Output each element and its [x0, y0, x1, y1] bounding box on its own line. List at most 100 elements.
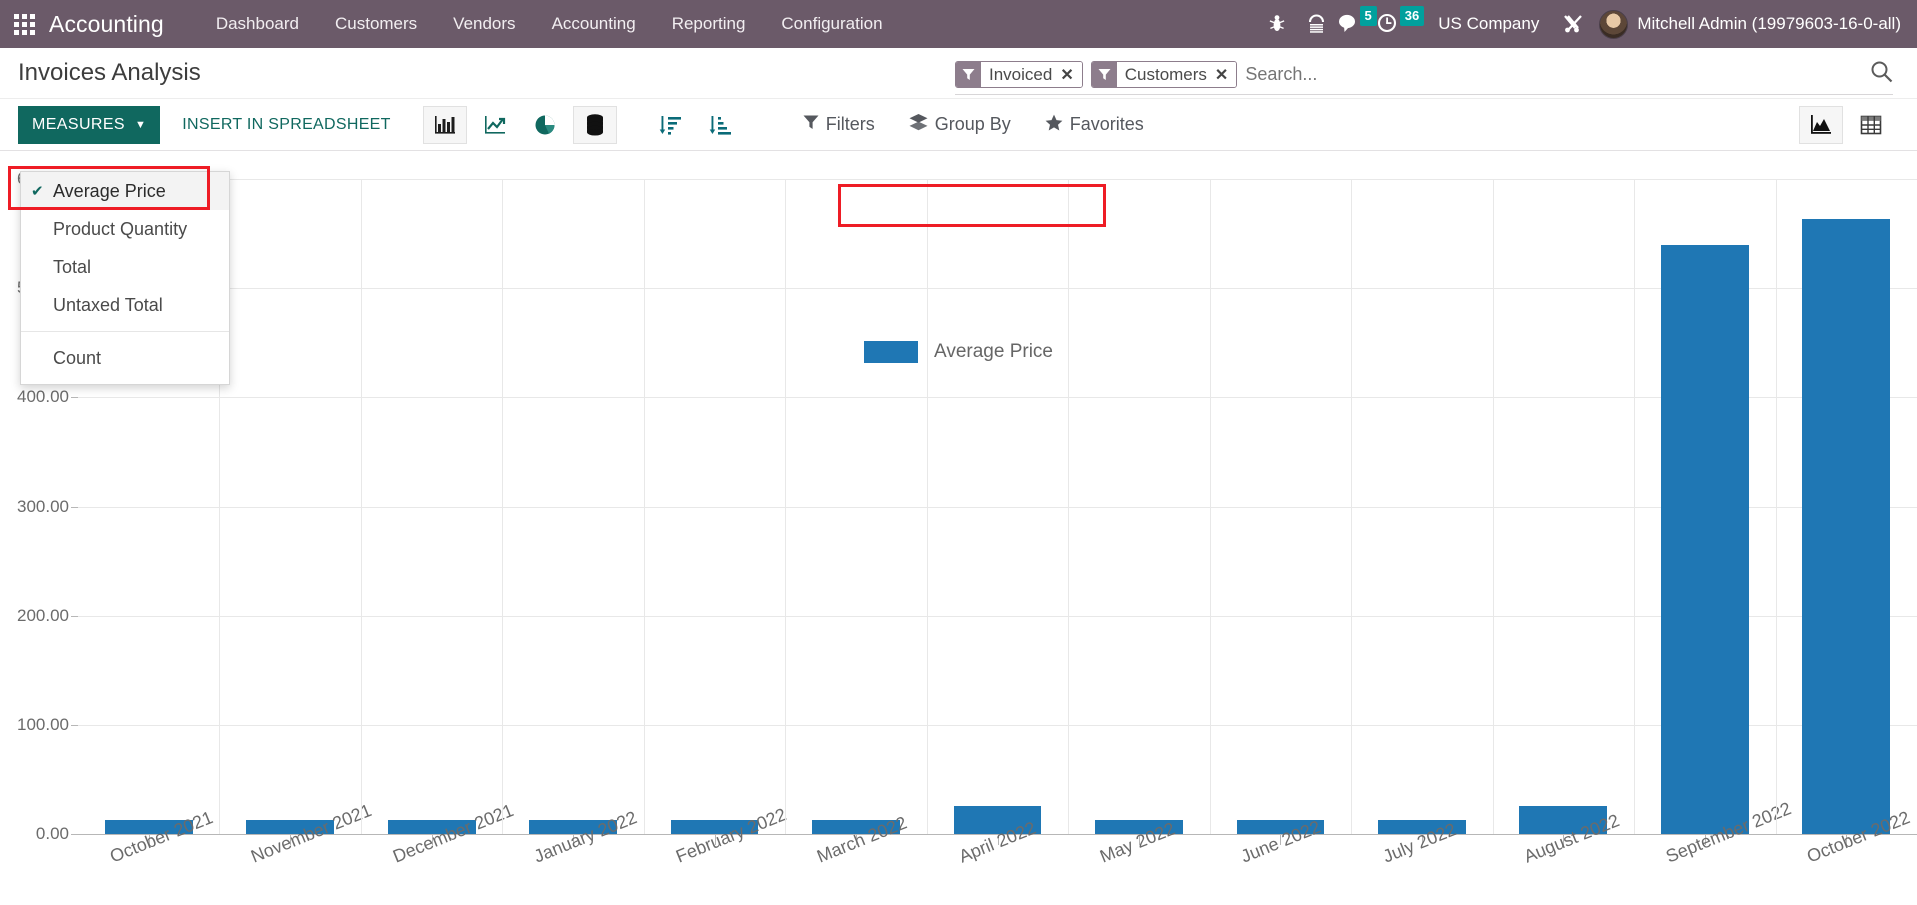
- line-chart-icon[interactable]: [473, 106, 517, 144]
- graph-view-icon[interactable]: [1799, 105, 1843, 144]
- chart-vertical-gridline: [360, 179, 362, 834]
- messages-button[interactable]: 5: [1337, 0, 1377, 48]
- filter-icon: [956, 62, 981, 87]
- app-brand[interactable]: Accounting: [49, 11, 164, 38]
- favorites-menu[interactable]: Favorites: [1045, 114, 1144, 136]
- y-axis-tick-label: 100.00: [17, 715, 78, 735]
- insert-in-spreadsheet-button[interactable]: INSERT IN SPREADSHEET: [182, 116, 390, 134]
- phone-icon[interactable]: [1297, 0, 1337, 48]
- chart-gridline: [78, 288, 1917, 290]
- nav-item-dashboard[interactable]: Dashboard: [198, 0, 317, 48]
- measures-button[interactable]: MEASURES ▼: [18, 105, 161, 144]
- clock-icon: [1377, 13, 1399, 38]
- sort-ascending-icon[interactable]: [699, 106, 743, 144]
- pie-chart-icon[interactable]: [523, 106, 567, 144]
- layers-icon: [909, 113, 928, 136]
- chart-vertical-gridline: [1209, 179, 1211, 834]
- search-facet-customers[interactable]: Customers ✕: [1090, 61, 1238, 88]
- chart-gridline: [78, 397, 1917, 399]
- tools-icon[interactable]: [1553, 0, 1593, 48]
- nav-item-configuration[interactable]: Configuration: [763, 0, 900, 48]
- messages-count: 5: [1359, 6, 1377, 26]
- search-icon[interactable]: [1860, 60, 1893, 89]
- legend-swatch: [864, 341, 918, 363]
- chart-bar[interactable]: [1802, 219, 1891, 834]
- chart-vertical-gridline: [1351, 179, 1353, 834]
- chart-vertical-gridline: [926, 179, 928, 834]
- measure-label: Average Price: [53, 180, 166, 201]
- measure-label: Count: [53, 347, 102, 368]
- control-panel: Invoices Analysis Invoiced ✕ Customers ✕…: [0, 48, 1917, 151]
- favorites-label: Favorites: [1069, 114, 1144, 134]
- remove-facet-icon[interactable]: ✕: [1212, 62, 1237, 87]
- measure-item-total[interactable]: Total: [21, 248, 229, 286]
- search-facet-invoiced[interactable]: Invoiced ✕: [955, 61, 1083, 88]
- activities-count: 36: [1399, 6, 1425, 26]
- filters-label: Filters: [825, 114, 875, 134]
- list-view-icon[interactable]: [1849, 106, 1893, 144]
- y-axis-tick-label: 400.00: [17, 387, 78, 407]
- x-axis-tick-label: October 2021: [106, 807, 216, 867]
- y-axis-tick-label: 200.00: [17, 606, 78, 626]
- search-facet-label: Invoiced: [981, 62, 1059, 87]
- search-bar[interactable]: Invoiced ✕ Customers ✕: [955, 60, 1893, 95]
- page-title: Invoices Analysis: [18, 59, 201, 86]
- chart-legend: Average Price: [0, 341, 1917, 363]
- measure-item-average-price[interactable]: ✔ Average Price: [21, 172, 229, 210]
- search-input[interactable]: [1245, 64, 1860, 85]
- measure-label: Product Quantity: [53, 218, 188, 239]
- chart-gridline: [78, 179, 1917, 180]
- chart-vertical-gridline: [1634, 179, 1636, 834]
- user-menu[interactable]: Mitchell Admin (19979603-16-0-all): [1637, 14, 1917, 34]
- nav-item-customers[interactable]: Customers: [317, 0, 435, 48]
- bug-icon[interactable]: [1257, 0, 1297, 48]
- filters-menu[interactable]: Filters: [803, 114, 875, 135]
- activities-button[interactable]: 36: [1377, 0, 1425, 48]
- sort-descending-icon[interactable]: [649, 106, 693, 144]
- measure-item-count[interactable]: Count: [21, 339, 229, 377]
- apps-grid-icon[interactable]: [14, 13, 35, 35]
- x-axis-tick-label: February 2022: [672, 804, 789, 867]
- chart-gridline: [78, 615, 1917, 617]
- nav-item-reporting[interactable]: Reporting: [654, 0, 764, 48]
- stacked-icon[interactable]: [572, 105, 617, 144]
- measure-item-product-quantity[interactable]: Product Quantity: [21, 210, 229, 248]
- chart-plot-area: 0.00100.00200.00300.00400.00500.00600.00…: [17, 169, 1917, 867]
- measure-item-untaxed-total[interactable]: Untaxed Total: [21, 286, 229, 324]
- y-axis-tick-label: 0.00: [36, 824, 79, 844]
- top-navbar: Accounting Dashboard Customers Vendors A…: [0, 0, 1917, 48]
- nav-item-accounting[interactable]: Accounting: [534, 0, 654, 48]
- chart-vertical-gridline: [502, 179, 504, 834]
- nav-item-vendors[interactable]: Vendors: [435, 0, 533, 48]
- chart-gridline: [78, 506, 1917, 508]
- chart-vertical-gridline: [785, 179, 787, 834]
- graph-view: Average Price 0.00 100.00 200.00 300.00 400.…: [0, 151, 1917, 904]
- legend-label: Average Price: [934, 341, 1053, 362]
- chart-bar[interactable]: [1660, 244, 1749, 834]
- chevron-down-icon: ▼: [135, 118, 147, 131]
- group-by-label: Group By: [934, 114, 1011, 134]
- measure-label: Untaxed Total: [53, 294, 163, 315]
- check-icon: ✔: [31, 183, 44, 200]
- measures-separator: [21, 331, 229, 332]
- view-switcher: [1793, 105, 1893, 144]
- company-selector[interactable]: US Company: [1424, 14, 1553, 34]
- messages-icon: [1337, 13, 1359, 38]
- y-axis-tick-label: 300.00: [17, 497, 78, 517]
- control-panel-bottom-row: MEASURES ▼ INSERT IN SPREADSHEET Filters…: [0, 98, 1917, 150]
- x-axis-tick-label: January 2022: [531, 807, 640, 867]
- measure-label: Total: [53, 256, 92, 277]
- chart-vertical-gridline: [1775, 179, 1777, 834]
- star-icon: [1045, 114, 1063, 136]
- remove-facet-icon[interactable]: ✕: [1058, 62, 1082, 87]
- filter-icon: [803, 114, 819, 135]
- chart-vertical-gridline: [1068, 179, 1070, 834]
- measures-dropdown[interactable]: ✔ Average Price Product Quantity Total U…: [20, 171, 230, 385]
- chart-vertical-gridline: [1492, 179, 1494, 834]
- group-by-menu[interactable]: Group By: [909, 113, 1011, 136]
- search-facet-label: Customers: [1116, 62, 1213, 87]
- filter-icon: [1091, 62, 1117, 87]
- avatar[interactable]: [1599, 9, 1629, 39]
- chart-gridline: [78, 724, 1917, 726]
- bar-chart-icon[interactable]: [422, 105, 467, 144]
